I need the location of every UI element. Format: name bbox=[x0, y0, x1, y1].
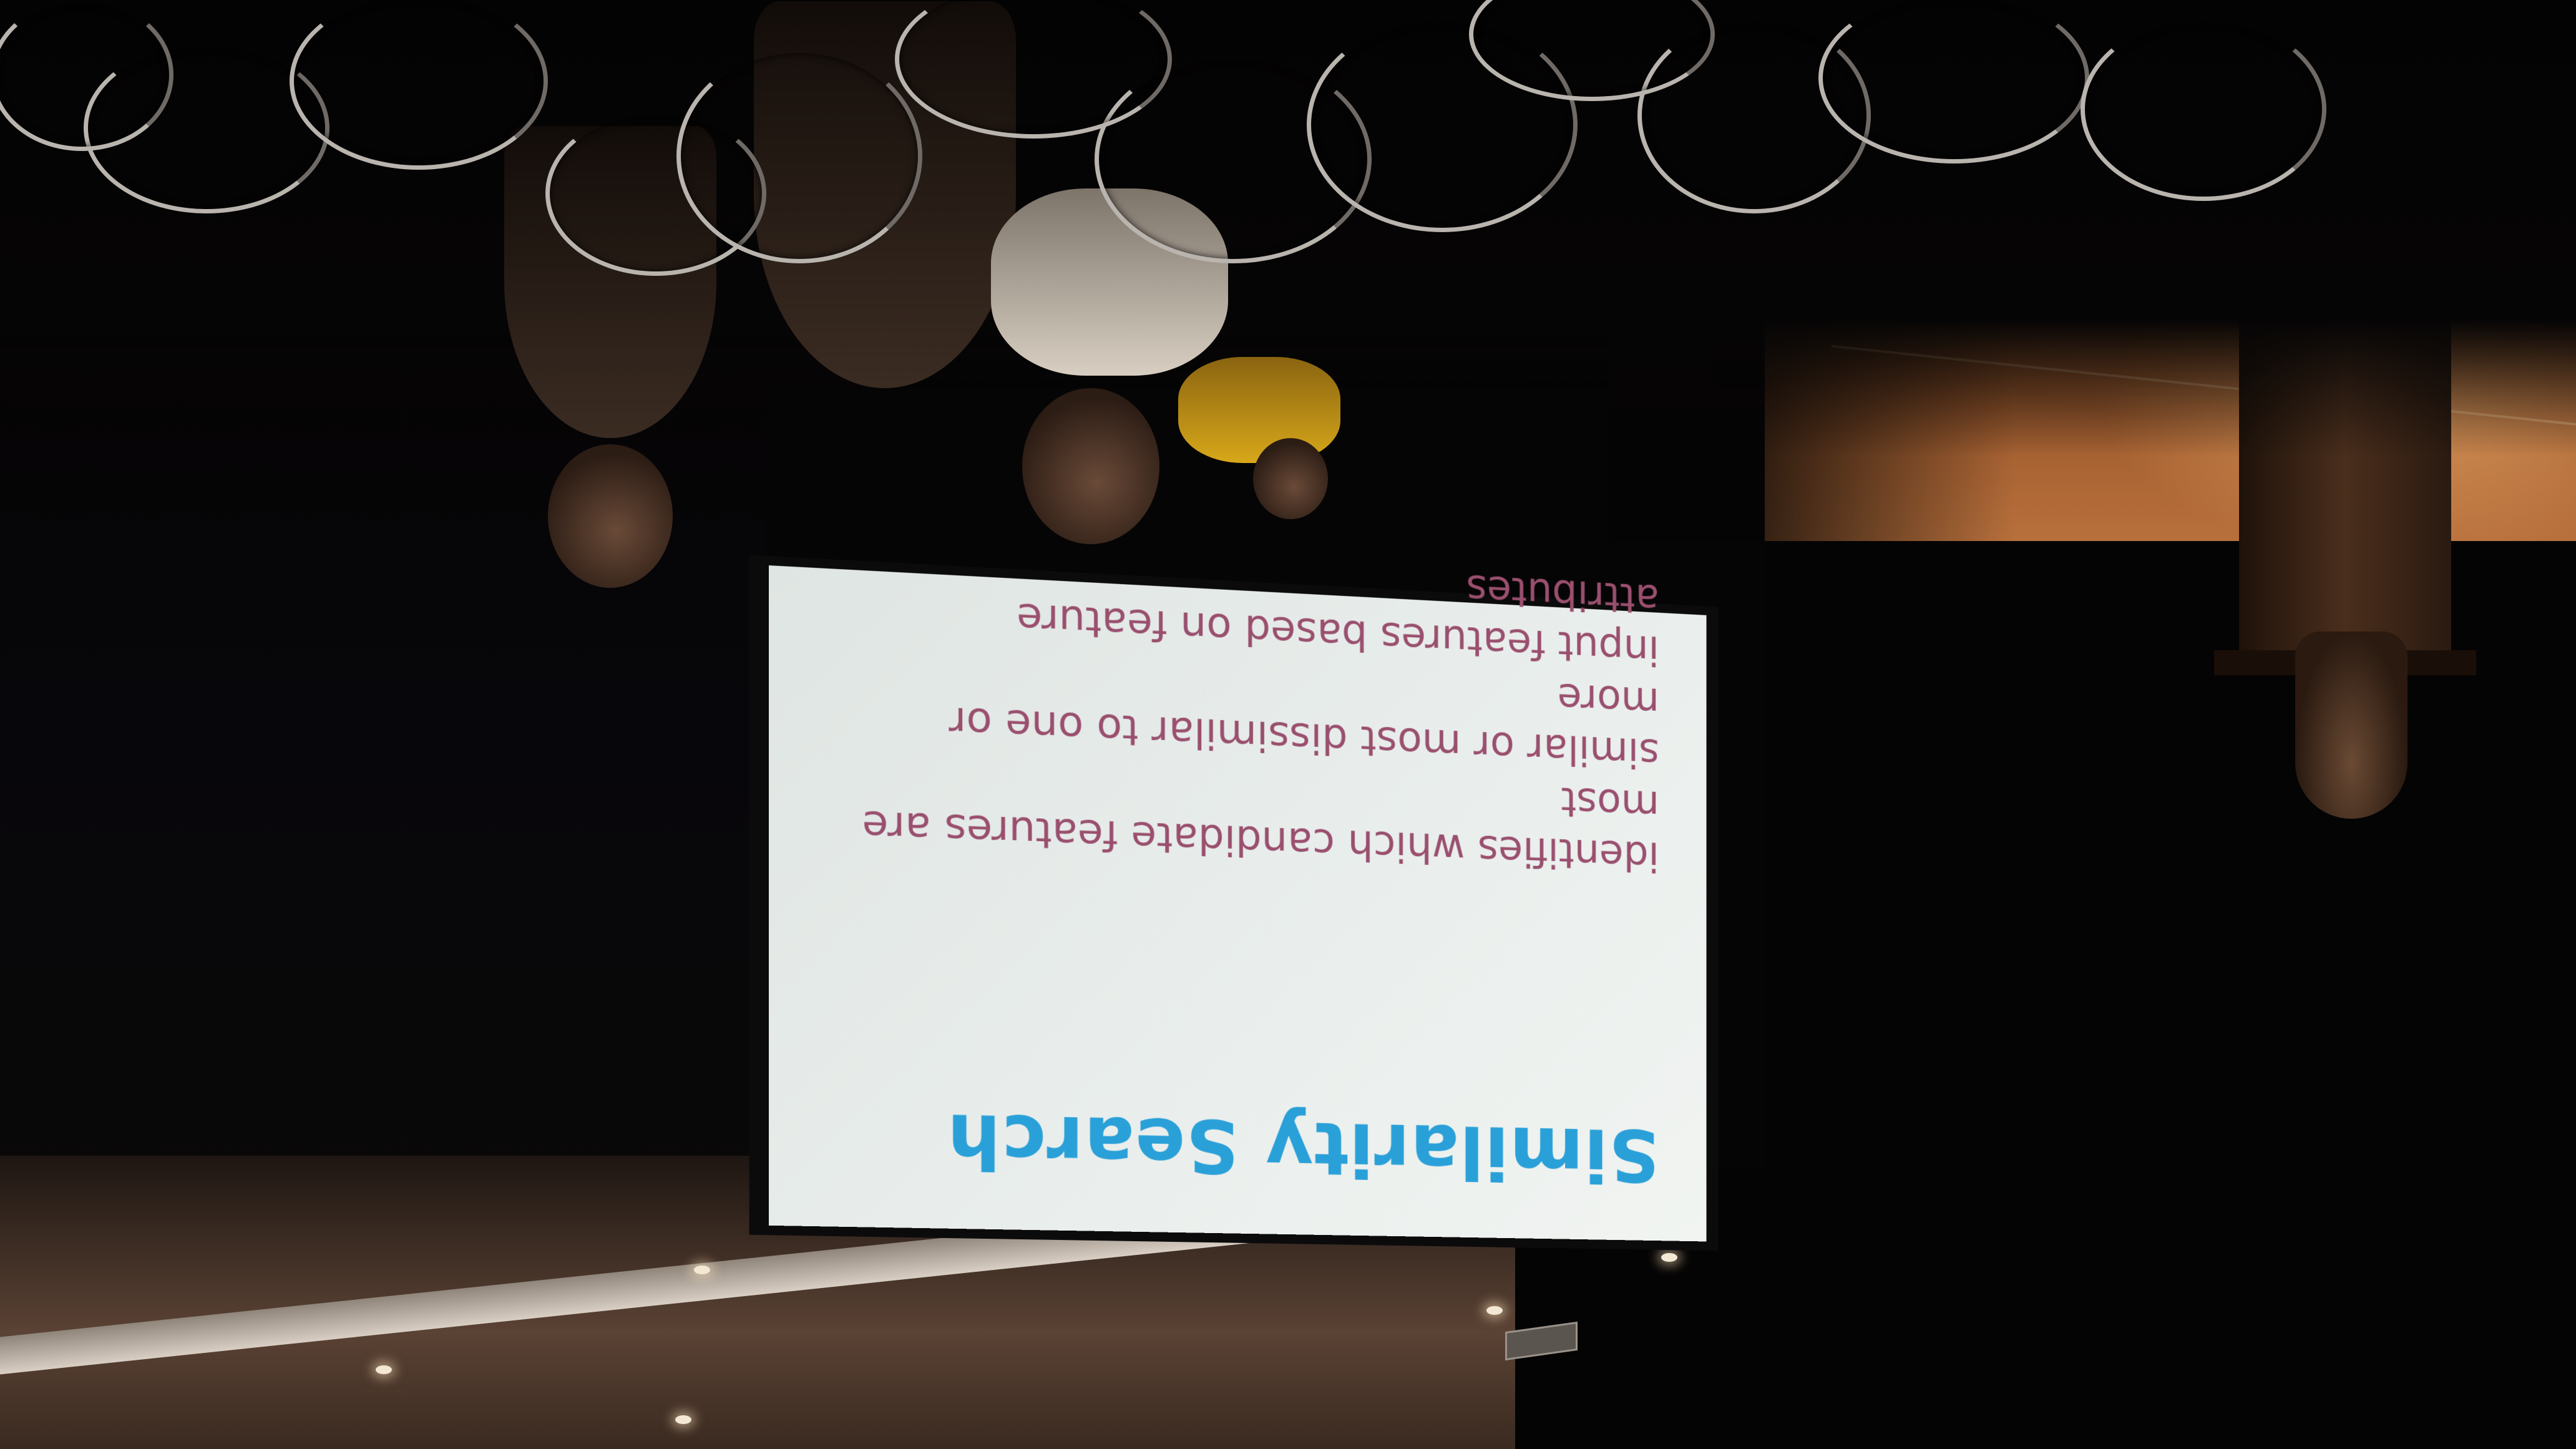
audience-head bbox=[1253, 438, 1328, 519]
floor-vent bbox=[1505, 1322, 1578, 1360]
audience-head bbox=[1022, 388, 1159, 544]
floor-light bbox=[1486, 1306, 1503, 1315]
audience-member bbox=[1178, 357, 1340, 463]
chair-back bbox=[290, 0, 548, 170]
slide-body: identifies which candidate features are … bbox=[827, 527, 1659, 882]
projection-screen: Similarity Search identifies which candi… bbox=[769, 565, 1707, 1241]
floor-light bbox=[376, 1365, 392, 1374]
chair-back bbox=[2081, 17, 2326, 201]
audience-head bbox=[548, 444, 673, 588]
slide-title: Similarity Search bbox=[827, 1094, 1659, 1198]
chair-back bbox=[676, 49, 922, 263]
floor-light bbox=[675, 1415, 691, 1424]
floor-light bbox=[694, 1266, 710, 1274]
presenter bbox=[2295, 632, 2408, 819]
floor-light bbox=[1661, 1253, 1677, 1262]
photo-scene: Similarity Search identifies which candi… bbox=[0, 0, 2576, 1449]
chair-back bbox=[1818, 0, 2089, 163]
